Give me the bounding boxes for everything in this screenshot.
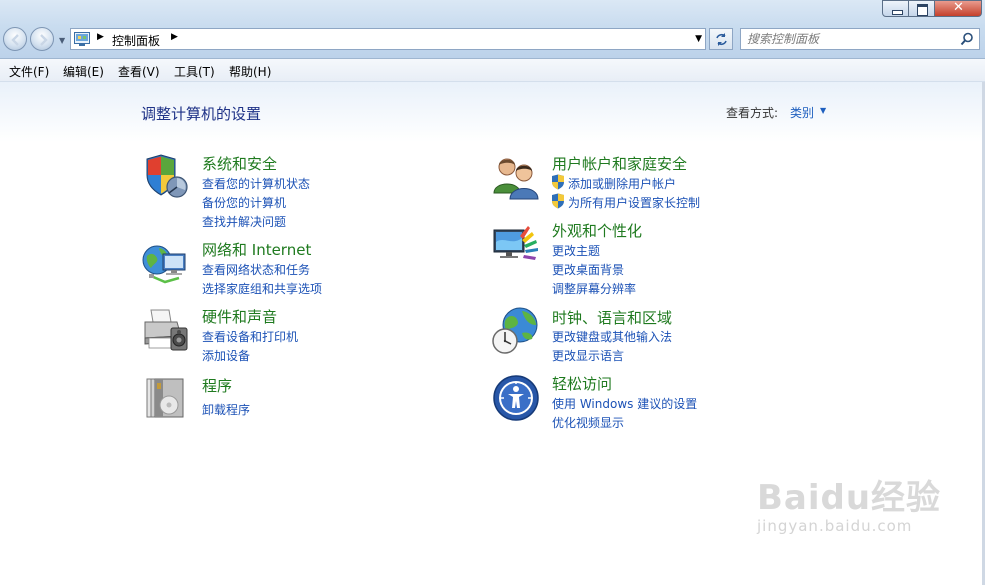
search-icon[interactable]	[960, 32, 974, 46]
link-screen-resolution[interactable]: 调整屏幕分辨率	[552, 280, 636, 297]
link-add-remove-accounts[interactable]: 添加或删除用户帐户	[568, 175, 676, 192]
menu-view[interactable]: 查看(V)	[118, 63, 160, 80]
network-icon[interactable]	[141, 240, 189, 288]
link-uninstall-program[interactable]: 卸载程序	[202, 401, 250, 418]
minimize-button[interactable]	[882, 0, 909, 17]
menu-tools[interactable]: 工具(T)	[174, 63, 215, 80]
category-ease-of-access[interactable]: 轻松访问	[552, 373, 612, 394]
link-change-background[interactable]: 更改桌面背景	[552, 261, 624, 278]
back-arrow-icon	[11, 34, 19, 46]
link-optimize-display[interactable]: 优化视频显示	[552, 414, 624, 431]
link-troubleshoot[interactable]: 查找并解决问题	[202, 213, 286, 230]
link-change-theme[interactable]: 更改主题	[552, 242, 600, 259]
forward-arrow-icon	[40, 34, 48, 46]
users-icon[interactable]	[492, 153, 540, 201]
watermark-logo: Baidu经验	[757, 478, 942, 518]
address-history-dropdown-icon[interactable]: ▼	[695, 34, 702, 44]
view-by-dropdown[interactable]: 类别	[790, 104, 814, 121]
refresh-icon	[716, 33, 727, 46]
appearance-icon[interactable]	[492, 222, 540, 270]
forward-button[interactable]	[30, 27, 54, 51]
link-homegroup-sharing[interactable]: 选择家庭组和共享选项	[202, 280, 322, 297]
chevron-down-icon[interactable]: ▼	[820, 106, 826, 115]
ease-of-access-icon[interactable]	[492, 374, 540, 422]
link-devices-printers[interactable]: 查看设备和打印机	[202, 328, 298, 345]
programs-icon[interactable]	[141, 375, 189, 423]
category-programs[interactable]: 程序	[202, 375, 232, 396]
clock-globe-icon[interactable]	[492, 307, 540, 355]
refresh-button[interactable]	[709, 28, 733, 50]
watermark-url: jingyan.baidu.com	[757, 517, 913, 535]
breadcrumb-separator-icon[interactable]: ▶	[97, 32, 104, 42]
address-bar[interactable]: ▶ 控制面板 ▶ ▼	[70, 28, 706, 50]
recent-pages-dropdown-icon[interactable]: ▼	[59, 36, 67, 45]
page-title: 调整计算机的设置	[141, 105, 262, 123]
menu-edit[interactable]: 编辑(E)	[63, 63, 104, 80]
category-user-accounts[interactable]: 用户帐户和家庭安全	[552, 153, 687, 174]
link-add-device[interactable]: 添加设备	[202, 347, 250, 364]
category-network-internet[interactable]: 网络和 Internet	[202, 239, 311, 260]
category-hardware-sound[interactable]: 硬件和声音	[202, 306, 277, 327]
back-button[interactable]	[3, 27, 27, 51]
control-panel-icon	[74, 32, 90, 46]
uac-shield-icon	[552, 193, 564, 209]
breadcrumb-control-panel[interactable]: 控制面板	[112, 32, 160, 49]
category-appearance[interactable]: 外观和个性化	[552, 220, 642, 241]
link-view-computer-status[interactable]: 查看您的计算机状态	[202, 175, 310, 192]
breadcrumb-separator-icon[interactable]: ▶	[171, 32, 178, 42]
search-input[interactable]	[747, 31, 952, 47]
link-change-keyboard[interactable]: 更改键盘或其他输入法	[552, 328, 672, 345]
menu-bar: 文件(F) 编辑(E) 查看(V) 工具(T) 帮助(H)	[0, 59, 985, 82]
maximize-button[interactable]	[908, 0, 935, 17]
link-backup-computer[interactable]: 备份您的计算机	[202, 194, 286, 211]
view-by-label: 查看方式:	[726, 106, 779, 120]
close-button[interactable]: ✕	[934, 0, 982, 17]
restore-icon	[917, 4, 928, 16]
menu-file[interactable]: 文件(F)	[9, 63, 49, 80]
printer-icon[interactable]	[141, 306, 189, 354]
link-network-status[interactable]: 查看网络状态和任务	[202, 261, 310, 278]
shield-icon[interactable]	[141, 153, 189, 201]
link-display-language[interactable]: 更改显示语言	[552, 347, 624, 364]
search-box[interactable]	[740, 28, 980, 50]
category-clock-language-region[interactable]: 时钟、语言和区域	[552, 307, 672, 328]
close-icon: ✕	[953, 0, 964, 15]
category-system-security[interactable]: 系统和安全	[202, 153, 277, 174]
minimize-icon	[892, 10, 903, 15]
link-recommended-settings[interactable]: 使用 Windows 建议的设置	[552, 395, 697, 412]
link-parental-controls[interactable]: 为所有用户设置家长控制	[568, 194, 700, 211]
menu-help[interactable]: 帮助(H)	[229, 63, 271, 80]
uac-shield-icon	[552, 174, 564, 190]
baidu-watermark: Baidu经验 jingyan.baidu.com	[757, 470, 941, 535]
